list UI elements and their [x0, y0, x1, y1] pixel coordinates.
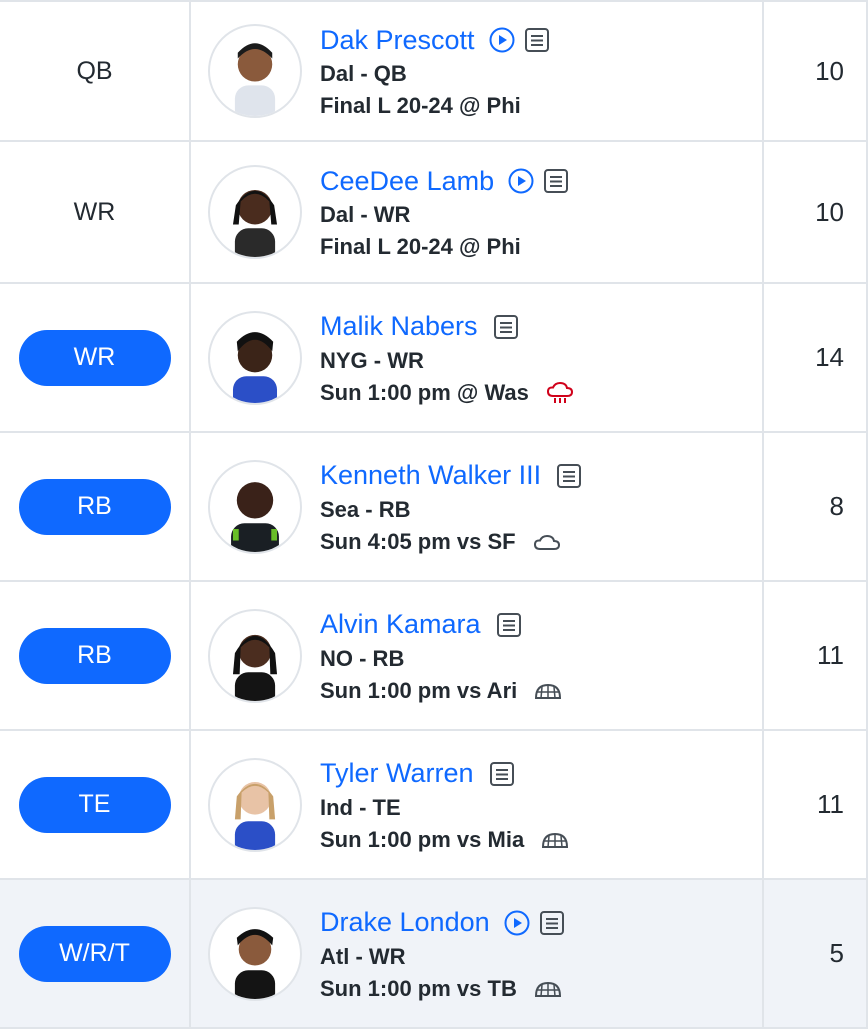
dome-icon — [533, 977, 563, 1001]
table-row: RB Kenneth Walker III Sea - RB Sun 4:05 … — [0, 433, 868, 582]
table-row: RB Alvin Kamara NO - RB Sun 1:00 pm vs A… — [0, 582, 868, 731]
slot-label: WR — [73, 197, 116, 226]
player-notes-icon[interactable] — [538, 909, 566, 937]
dome-icon — [540, 828, 570, 852]
team-position: NYG - WR — [320, 347, 424, 373]
game-status-text: Sun 1:00 pm vs TB — [320, 975, 517, 1001]
player-cell: Tyler Warren Ind - TE Sun 1:00 pm vs Mia — [191, 731, 764, 878]
table-row: WR CeeDee Lamb Dal - WR Final L 20-24 @ … — [0, 142, 868, 284]
game-status-text: Sun 1:00 pm vs Mia — [320, 826, 525, 852]
team-position: Dal - WR — [320, 202, 411, 227]
team-position: Sea - RB — [320, 496, 411, 522]
slot-label: QB — [76, 56, 113, 85]
slot-cell: TE — [0, 731, 191, 878]
game-status-text: Final L 20-24 @ Phi — [320, 234, 521, 259]
table-row: W/R/T Drake London Atl - WR Sun 1:00 pm … — [0, 880, 868, 1029]
player-avatar[interactable] — [208, 608, 302, 703]
player-avatar[interactable] — [208, 24, 302, 118]
slot-position-button[interactable]: W/R/T — [18, 925, 171, 982]
player-notes-icon[interactable] — [523, 26, 551, 54]
game-status: Sun 1:00 pm vs Mia — [320, 827, 570, 853]
player-notes-icon[interactable] — [555, 462, 583, 490]
player-notes-icon[interactable] — [542, 167, 570, 195]
video-play-icon[interactable] — [508, 168, 534, 194]
player-cell: Kenneth Walker III Sea - RB Sun 4:05 pm … — [191, 433, 764, 580]
player-cell: Alvin Kamara NO - RB Sun 1:00 pm vs Ari — [191, 582, 764, 729]
roster-table: QB Dak Prescott Dal - QB Final L 20-24 @… — [0, 0, 868, 1029]
video-play-icon[interactable] — [504, 910, 530, 936]
player-cell: Drake London Atl - WR Sun 1:00 pm vs TB — [191, 880, 764, 1027]
team-position: Dal - QB — [320, 61, 407, 86]
game-status-text: Sun 4:05 pm vs SF — [320, 528, 516, 554]
player-avatar[interactable] — [208, 757, 302, 852]
slot-cell: RB — [0, 433, 191, 580]
slot-cell: QB — [0, 2, 191, 140]
player-name-link[interactable]: Kenneth Walker III — [320, 460, 541, 491]
player-cell: CeeDee Lamb Dal - WR Final L 20-24 @ Phi — [191, 142, 764, 282]
player-name-link[interactable]: Malik Nabers — [320, 311, 478, 342]
cloud-icon — [532, 530, 562, 554]
dome-icon — [533, 679, 563, 703]
projected-points: 10 — [815, 196, 844, 227]
player-notes-icon[interactable] — [492, 313, 520, 341]
game-status-text: Sun 1:00 pm vs Ari — [320, 677, 518, 703]
rain-cloud-icon — [545, 381, 575, 405]
slot-position-button[interactable]: TE — [18, 776, 171, 833]
player-avatar[interactable] — [208, 310, 302, 405]
player-name-link[interactable]: CeeDee Lamb — [320, 166, 494, 197]
game-status-text: Final L 20-24 @ Phi — [320, 93, 521, 118]
projected-points: 11 — [817, 789, 844, 819]
slot-position-button[interactable]: RB — [18, 478, 171, 535]
game-status: Final L 20-24 @ Phi — [320, 234, 570, 260]
player-avatar[interactable] — [208, 906, 302, 1001]
player-notes-icon[interactable] — [488, 760, 516, 788]
game-status: Sun 1:00 pm vs Ari — [320, 678, 563, 704]
slot-cell: W/R/T — [0, 880, 191, 1027]
slot-cell: WR — [0, 142, 191, 282]
slot-position-button[interactable]: RB — [18, 627, 171, 684]
game-status: Sun 1:00 pm vs TB — [320, 976, 566, 1002]
projected-points: 10 — [815, 55, 844, 86]
projected-points: 5 — [829, 938, 844, 968]
projected-points: 14 — [815, 342, 844, 372]
team-position: Ind - TE — [320, 794, 401, 820]
game-status: Final L 20-24 @ Phi — [320, 93, 551, 119]
game-status-text: Sun 1:00 pm @ Was — [320, 379, 529, 405]
table-row: WR Malik Nabers NYG - WR Sun 1:00 pm @ W… — [0, 284, 868, 433]
game-status: Sun 1:00 pm @ Was — [320, 380, 575, 406]
projected-points: 8 — [829, 491, 844, 521]
player-cell: Malik Nabers NYG - WR Sun 1:00 pm @ Was — [191, 284, 764, 431]
player-avatar[interactable] — [208, 165, 302, 259]
player-name-link[interactable]: Alvin Kamara — [320, 609, 481, 640]
slot-cell: RB — [0, 582, 191, 729]
table-row: TE Tyler Warren Ind - TE Sun 1:00 pm vs … — [0, 731, 868, 880]
team-position: Atl - WR — [320, 943, 406, 969]
team-position: NO - RB — [320, 645, 405, 671]
video-play-icon[interactable] — [489, 27, 515, 53]
player-name-link[interactable]: Dak Prescott — [320, 25, 475, 56]
player-name-link[interactable]: Tyler Warren — [320, 758, 474, 789]
player-name-link[interactable]: Drake London — [320, 907, 490, 938]
player-cell: Dak Prescott Dal - QB Final L 20-24 @ Ph… — [191, 2, 764, 140]
player-notes-icon[interactable] — [495, 611, 523, 639]
game-status: Sun 4:05 pm vs SF — [320, 529, 583, 555]
slot-cell: WR — [0, 284, 191, 431]
projected-points: 11 — [817, 640, 844, 670]
slot-position-button[interactable]: WR — [18, 329, 171, 386]
player-avatar[interactable] — [208, 459, 302, 554]
table-row: QB Dak Prescott Dal - QB Final L 20-24 @… — [0, 0, 868, 142]
